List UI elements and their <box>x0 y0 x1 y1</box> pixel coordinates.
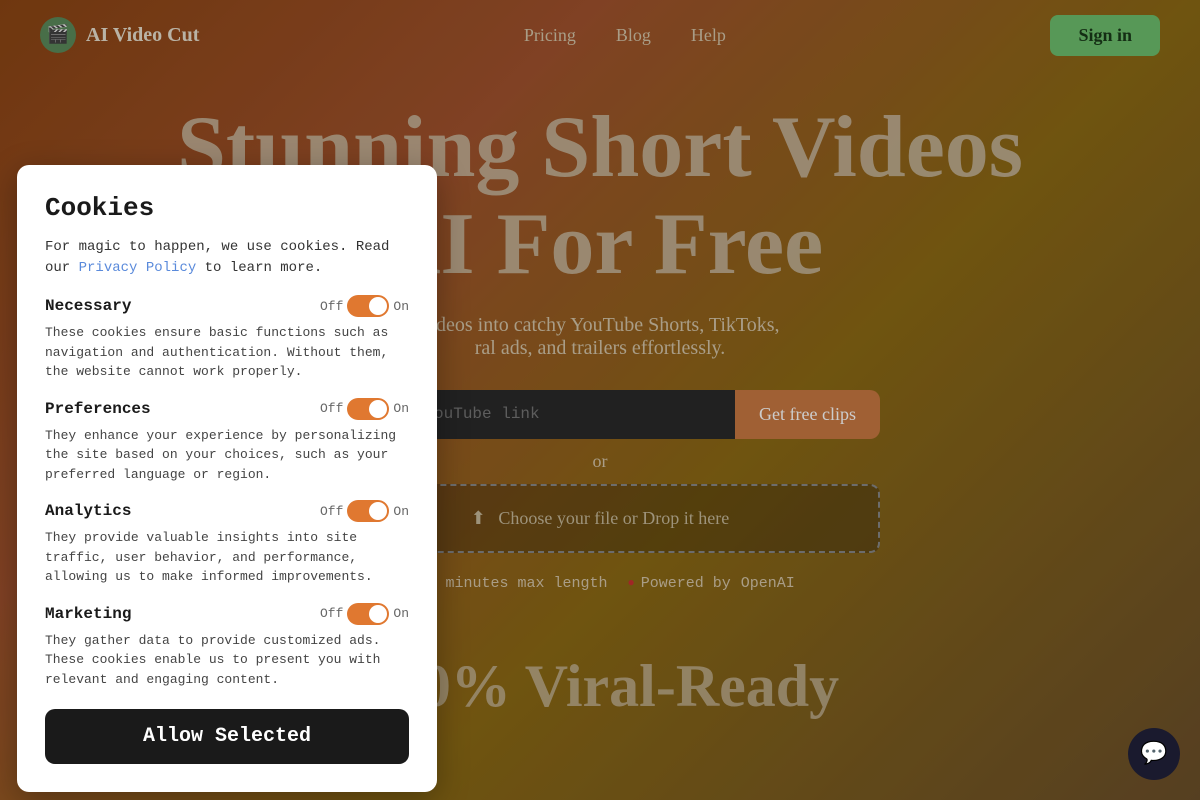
necessary-off-label: Off <box>320 299 343 314</box>
cookie-section-analytics: Analytics Off On They provide valuable i… <box>45 500 409 587</box>
preferences-desc: They enhance your experience by personal… <box>45 426 409 485</box>
cookie-modal: Cookies For magic to happen, we use cook… <box>17 165 437 792</box>
marketing-title: Marketing <box>45 605 131 623</box>
necessary-toggle[interactable] <box>347 295 389 317</box>
analytics-desc: They provide valuable insights into site… <box>45 528 409 587</box>
analytics-toggle-area: Off On <box>320 500 409 522</box>
privacy-policy-link[interactable]: Privacy Policy <box>79 260 205 276</box>
allow-selected-button[interactable]: Allow Selected <box>45 709 409 764</box>
cookie-intro: For magic to happen, we use cookies. Rea… <box>45 237 409 279</box>
cookie-section-preferences: Preferences Off On They enhance your exp… <box>45 398 409 485</box>
necessary-title: Necessary <box>45 297 131 315</box>
analytics-off-label: Off <box>320 504 343 519</box>
preferences-toggle[interactable] <box>347 398 389 420</box>
chat-bubble[interactable]: 💬 <box>1128 728 1180 780</box>
marketing-on-label: On <box>393 606 409 621</box>
cookie-section-preferences-header: Preferences Off On <box>45 398 409 420</box>
analytics-on-label: On <box>393 504 409 519</box>
preferences-toggle-area: Off On <box>320 398 409 420</box>
analytics-toggle[interactable] <box>347 500 389 522</box>
preferences-off-label: Off <box>320 401 343 416</box>
cookie-section-necessary: Necessary Off On These cookies ensure ba… <box>45 295 409 382</box>
cookie-intro-end: to learn more. <box>205 260 323 276</box>
marketing-off-label: Off <box>320 606 343 621</box>
cookie-section-analytics-header: Analytics Off On <box>45 500 409 522</box>
marketing-toggle[interactable] <box>347 603 389 625</box>
preferences-on-label: On <box>393 401 409 416</box>
necessary-toggle-area: Off On <box>320 295 409 317</box>
privacy-link-text: Privacy Policy <box>79 260 197 276</box>
cookie-section-marketing: Marketing Off On They gather data to pro… <box>45 603 409 690</box>
cookie-section-marketing-header: Marketing Off On <box>45 603 409 625</box>
analytics-title: Analytics <box>45 502 131 520</box>
preferences-title: Preferences <box>45 400 151 418</box>
marketing-toggle-area: Off On <box>320 603 409 625</box>
cookie-section-necessary-header: Necessary Off On <box>45 295 409 317</box>
marketing-desc: They gather data to provide customized a… <box>45 631 409 690</box>
chat-icon: 💬 <box>1140 741 1167 767</box>
cookie-title: Cookies <box>45 193 409 223</box>
necessary-desc: These cookies ensure basic functions suc… <box>45 323 409 382</box>
necessary-on-label: On <box>393 299 409 314</box>
